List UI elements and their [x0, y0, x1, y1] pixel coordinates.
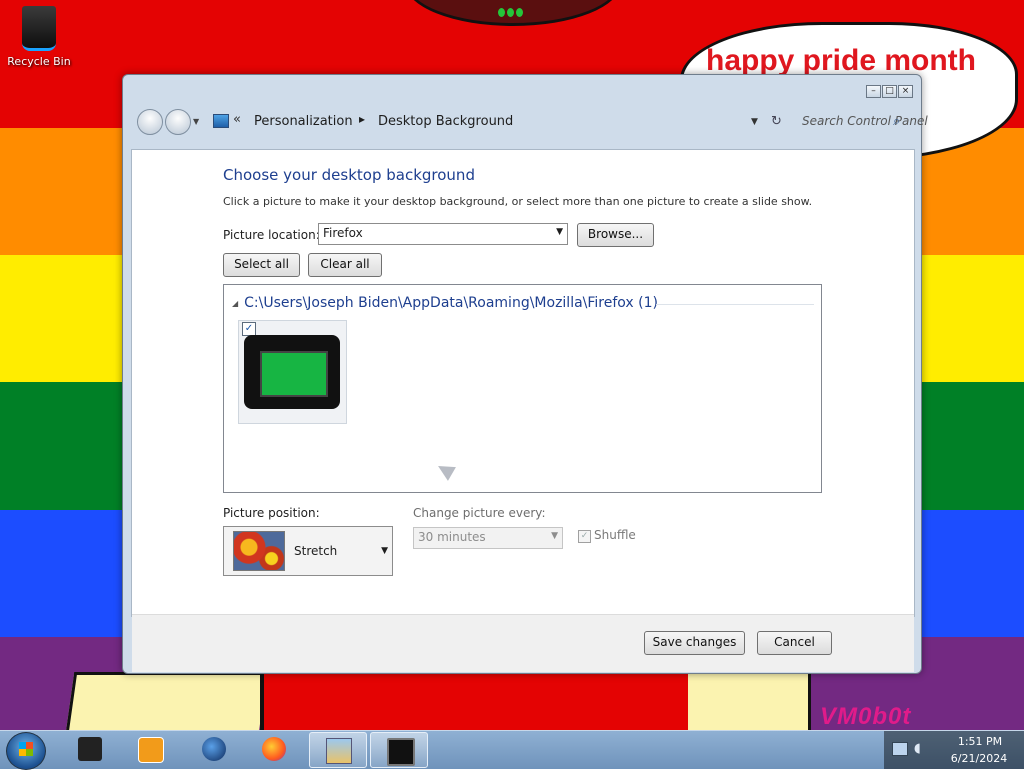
search-box[interactable]: Search Control Panel ⌕ [799, 111, 928, 133]
recent-pages-dropdown[interactable]: ▼ [193, 117, 199, 126]
recycle-bin-label: Recycle Bin [7, 55, 71, 68]
address-bar[interactable]: « Personalization ▸ Desktop Background [209, 109, 639, 135]
control-panel-icon [326, 738, 352, 764]
recycle-bin-icon [22, 6, 56, 51]
taskbar-item-globe[interactable] [186, 732, 242, 766]
thumbnail-image [244, 335, 340, 409]
windows-logo-icon [19, 742, 33, 756]
position-preview-image [233, 531, 285, 571]
control-panel-icon [213, 114, 229, 128]
change-picture-select[interactable]: 30 minutes ▼ [413, 527, 563, 549]
breadcrumb-personalization[interactable]: Personalization [254, 114, 353, 129]
desktop-background-window: – □ × ▼ « Personalization ▸ Desktop Back… [122, 74, 928, 674]
maximize-button[interactable]: □ [882, 85, 897, 98]
wallpaper-character-arm-left [65, 672, 268, 733]
taskbar-item-server[interactable] [62, 732, 118, 766]
picture-location-select[interactable]: Firefox ▼ [318, 223, 568, 245]
refresh-icon[interactable]: ↻ [771, 114, 782, 129]
page-title: Choose your desktop background [223, 166, 475, 184]
caption-buttons: – □ × [866, 85, 913, 98]
picture-group-path: C:\Users\Joseph Biden\AppData\Roaming\Mo… [244, 295, 658, 311]
clock-time[interactable]: 1:51 PM [950, 735, 1010, 748]
wallpaper-character-eyes [498, 6, 528, 18]
minimize-button[interactable]: – [866, 85, 881, 98]
wallpaper-character-body [260, 670, 708, 730]
volume-icon[interactable]: ◖ [914, 741, 928, 757]
close-button[interactable]: × [898, 85, 913, 98]
network-icon[interactable] [892, 742, 908, 756]
chevron-down-icon: ▼ [556, 227, 563, 237]
picture-checkbox[interactable]: ✓ [242, 322, 256, 336]
picture-list: ◢ C:\Users\Joseph Biden\AppData\Roaming\M… [223, 284, 822, 493]
media-player-icon [138, 737, 164, 763]
change-picture-value: 30 minutes [418, 530, 486, 544]
group-divider [656, 304, 814, 305]
taskbar-item-control-panel[interactable] [309, 732, 367, 768]
picture-position-select[interactable]: Stretch ▼ [223, 526, 393, 576]
search-icon[interactable]: ⌕ [893, 114, 900, 129]
taskbar-item-firefox[interactable] [246, 732, 302, 766]
shuffle-label: Shuffle [594, 528, 636, 542]
chevron-down-icon: ▼ [381, 546, 388, 556]
page-subtitle: Click a picture to make it your desktop … [223, 195, 813, 208]
server-icon [78, 737, 102, 761]
select-all-button[interactable]: Select all [223, 253, 300, 277]
dialog-footer: Save changes Cancel [132, 614, 914, 672]
monitor-icon [387, 738, 415, 766]
speech-bubble-text: happy pride month [706, 44, 976, 77]
mouse-cursor-icon [434, 459, 456, 481]
navigation-bar: ▼ « Personalization ▸ Desktop Background… [131, 105, 928, 139]
picture-position-label: Picture position: [223, 506, 320, 520]
cancel-button[interactable]: Cancel [757, 631, 832, 655]
firefox-icon [262, 737, 286, 761]
forward-button[interactable] [165, 109, 191, 135]
browse-button[interactable]: Browse... [577, 223, 654, 247]
taskbar-item-media-player[interactable] [122, 732, 178, 766]
breadcrumb-overflow-icon[interactable]: « [233, 112, 241, 127]
back-button[interactable] [137, 109, 163, 135]
recycle-bin-shortcut[interactable]: Recycle Bin [6, 6, 72, 68]
breadcrumb-separator-icon[interactable]: ▸ [359, 112, 365, 126]
clock-date[interactable]: 6/21/2024 [944, 752, 1014, 765]
search-input[interactable]: Search Control Panel [802, 114, 928, 128]
thumbnail-screen [260, 351, 328, 397]
chevron-down-icon: ▼ [551, 531, 558, 541]
taskbar-item-monitor[interactable] [370, 732, 428, 768]
picture-group-header[interactable]: ◢ C:\Users\Joseph Biden\AppData\Roaming\M… [232, 295, 658, 311]
change-picture-label: Change picture every: [413, 506, 546, 520]
clear-all-button[interactable]: Clear all [308, 253, 382, 277]
content-pane: Choose your desktop background Click a p… [131, 149, 915, 672]
globe-icon [202, 737, 226, 761]
picture-thumbnail[interactable]: ✓ [238, 320, 347, 424]
collapse-icon[interactable]: ◢ [232, 299, 238, 308]
watermark: VM0b0t [820, 703, 912, 730]
picture-location-label: Picture location: [223, 228, 320, 242]
picture-position-value: Stretch [294, 544, 338, 558]
start-button[interactable] [6, 732, 46, 770]
breadcrumb-desktop-background[interactable]: Desktop Background [378, 114, 513, 129]
shuffle-checkbox[interactable]: ✓ [578, 530, 591, 543]
picture-location-value: Firefox [323, 226, 363, 240]
wallpaper-character-arm-right [688, 672, 811, 730]
save-changes-button[interactable]: Save changes [644, 631, 745, 655]
address-dropdown-icon[interactable]: ▼ [751, 117, 758, 127]
taskbar: ◖ 1:51 PM 6/21/2024 [0, 730, 1024, 770]
system-tray: ◖ 1:51 PM 6/21/2024 [884, 731, 1024, 769]
